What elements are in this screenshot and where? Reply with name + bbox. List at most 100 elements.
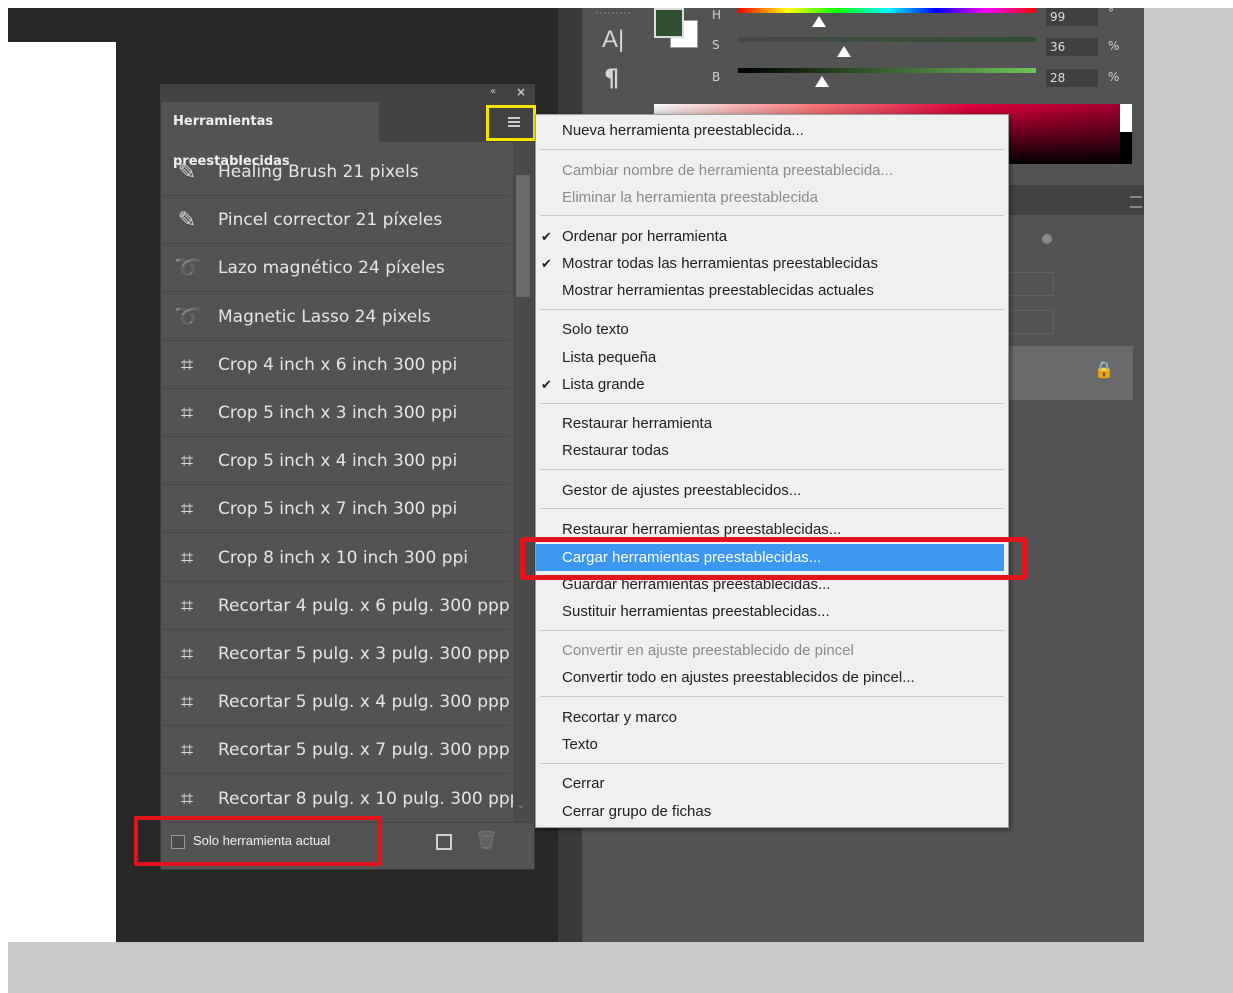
preset-list-item-label: Pincel corrector 21 píxeles [218, 210, 443, 231]
brightness-value-field[interactable]: 28 [1046, 69, 1098, 87]
context-menu-item[interactable]: Convertir todo en ajustes preestablecido… [536, 664, 1008, 691]
trash-icon[interactable]: 🗑 [475, 830, 498, 851]
brightness-slider-track[interactable] [738, 68, 1036, 73]
hue-label: H [712, 8, 722, 22]
screen-margin-right [1144, 8, 1233, 942]
scroll-down-icon[interactable]: ⌄ [517, 800, 525, 811]
crop-icon: ⌗ [180, 497, 194, 523]
context-menu-item-label: Texto [562, 736, 598, 753]
context-menu-item[interactable]: Sustituir herramientas preestablecidas..… [536, 598, 1008, 625]
white-swatch[interactable] [1120, 104, 1132, 132]
crop-icon: ⌗ [180, 545, 194, 571]
new-preset-icon[interactable] [436, 834, 452, 850]
context-menu-item-label: Mostrar herramientas preestablecidas act… [562, 282, 874, 299]
tab-tool-presets[interactable]: Herramientas preestablecidas [161, 102, 379, 169]
hue-slider-thumb[interactable] [812, 16, 826, 27]
context-menu-item-label: Restaurar herramientas preestablecidas..… [562, 521, 842, 538]
preset-list-item-label: Crop 5 inch x 4 inch 300 ppi [218, 451, 458, 472]
preset-list-item-label: Crop 5 inch x 7 inch 300 ppi [218, 499, 458, 520]
preset-list-item[interactable]: ⌗ Crop 5 inch x 3 inch 300 ppi [162, 390, 510, 437]
checkmark-icon: ✔ [541, 256, 552, 271]
hue-slider-track[interactable] [738, 8, 1036, 13]
paragraph-panel-icon[interactable]: ¶ [604, 64, 619, 92]
character-panel-icon[interactable]: A| [602, 26, 624, 54]
menu-separator [540, 469, 1004, 470]
context-menu-item[interactable]: ✔ Ordenar por herramienta [536, 223, 1008, 250]
context-menu-item[interactable]: ✔ Lista grande [536, 371, 1008, 398]
menu-separator [540, 309, 1004, 310]
context-menu-item-label: Solo texto [562, 321, 629, 338]
close-panel-icon[interactable]: × [516, 85, 526, 99]
context-menu-item[interactable]: Solo texto [536, 316, 1008, 343]
preset-list-item[interactable]: ⌗ Recortar 5 pulg. x 3 pulg. 300 ppp [162, 631, 510, 678]
layers-panel-menu-icon[interactable] [1130, 196, 1142, 208]
context-menu-item-label: Restaurar todas [562, 442, 669, 459]
preset-list-item[interactable]: ⌗ Crop 5 inch x 7 inch 300 ppi [162, 486, 510, 534]
context-menu-item[interactable]: ✔ Mostrar todas las herramientas preestab… [536, 250, 1008, 277]
context-menu-item[interactable]: Mostrar herramientas preestablecidas act… [536, 277, 1008, 304]
context-menu-item[interactable]: Recortar y marco [536, 704, 1008, 731]
collapse-panel-icon[interactable]: « [490, 86, 496, 97]
hue-value-field[interactable]: 99 [1046, 8, 1098, 26]
fill-field[interactable] [1006, 310, 1054, 334]
checkmark-icon: ✔ [541, 377, 552, 392]
saturation-slider-thumb[interactable] [837, 46, 851, 57]
context-menu-item[interactable]: Restaurar herramienta [536, 410, 1008, 437]
preset-list-item[interactable]: ⌗ Crop 5 inch x 4 inch 300 ppi [162, 438, 510, 486]
presets-scrollbar-thumb[interactable] [516, 175, 530, 297]
context-menu-item[interactable]: Convertir en ajuste preestablecido de pi… [536, 637, 1008, 664]
preset-list-item-label: Recortar 5 pulg. x 7 pulg. 300 ppp [218, 740, 510, 761]
panel-menu-button[interactable] [486, 105, 536, 141]
lock-icon: 🔒 [1094, 360, 1114, 379]
preset-list-item[interactable]: ➰ Magnetic Lasso 24 pixels [162, 294, 510, 341]
context-menu-item[interactable]: Gestor de ajustes preestablecidos... [536, 477, 1008, 504]
context-menu-item[interactable]: Cambiar nombre de herramienta preestable… [536, 157, 1008, 184]
preset-list-item[interactable]: ⌗ Crop 8 inch x 10 inch 300 ppi [162, 535, 510, 582]
crop-icon: ⌗ [180, 786, 194, 812]
preset-list-item-label: Healing Brush 21 pixels [218, 162, 419, 182]
document-canvas [8, 42, 116, 942]
context-menu-item-label: Cerrar [562, 775, 605, 792]
black-swatch[interactable] [1120, 132, 1132, 164]
crop-icon: ⌗ [180, 593, 194, 619]
preset-list-item[interactable]: ➰ Lazo magnético 24 píxeles [162, 245, 510, 293]
context-menu-item-label: Ordenar por herramienta [562, 228, 728, 245]
healing-brush-icon: ✎ [177, 208, 197, 234]
opacity-field[interactable] [1006, 272, 1054, 296]
annotation-red-box-menu [520, 537, 1027, 580]
preset-list-item[interactable]: ⌗ Recortar 5 pulg. x 7 pulg. 300 ppp [162, 727, 510, 775]
preset-list-item[interactable]: ✎ Pincel corrector 21 píxeles [162, 197, 510, 245]
crop-icon: ⌗ [180, 738, 194, 764]
context-menu-item[interactable]: Eliminar la herramienta preestablecida [536, 184, 1008, 211]
crop-icon: ⌗ [180, 449, 194, 475]
preset-list-item[interactable]: ✎ Healing Brush 21 pixels [162, 149, 510, 196]
grip-handle[interactable] [596, 12, 630, 22]
preset-list-item[interactable]: ⌗ Crop 4 inch x 6 inch 300 ppi [162, 342, 510, 389]
healing-brush-icon: ✎ [177, 160, 197, 185]
context-menu-item[interactable]: Restaurar todas [536, 437, 1008, 464]
context-menu-item-label: Convertir todo en ajustes preestablecido… [562, 669, 915, 686]
menu-separator [540, 149, 1004, 150]
saturation-value-field[interactable]: 36 [1046, 38, 1098, 56]
brightness-slider-thumb[interactable] [815, 76, 829, 87]
panel-titlebar [160, 84, 535, 102]
context-menu-item-label: Lista pequeña [562, 349, 657, 366]
context-menu-item[interactable]: Lista pequeña [536, 344, 1008, 371]
crop-icon: ⌗ [180, 690, 194, 716]
filter-toggle-icon[interactable] [1042, 234, 1052, 244]
saturation-unit: % [1108, 39, 1120, 53]
saturation-slider-track[interactable] [738, 37, 1036, 42]
menu-separator [540, 696, 1004, 697]
preset-list-item[interactable]: ⌗ Recortar 5 pulg. x 4 pulg. 300 ppp [162, 679, 510, 727]
preset-list-item-label: Recortar 4 pulg. x 6 pulg. 300 ppp [218, 595, 510, 616]
foreground-color-swatch[interactable] [654, 8, 684, 38]
preset-list-item[interactable]: ⌗ Recortar 4 pulg. x 6 pulg. 300 ppp [162, 583, 510, 630]
screen-margin-bottom [8, 942, 1233, 993]
context-menu-item[interactable]: Cerrar [536, 770, 1008, 797]
context-menu-item-label: Eliminar la herramienta preestablecida [562, 189, 818, 206]
context-menu-item[interactable]: Nueva herramienta preestablecida... [536, 117, 1008, 144]
context-menu-item[interactable]: Cerrar grupo de fichas [536, 798, 1008, 825]
context-menu-item[interactable]: Texto [536, 731, 1008, 758]
preset-list-item-label: Recortar 5 pulg. x 3 pulg. 300 ppp [218, 644, 510, 664]
preset-list-item-label: Recortar 5 pulg. x 4 pulg. 300 ppp [218, 692, 510, 713]
